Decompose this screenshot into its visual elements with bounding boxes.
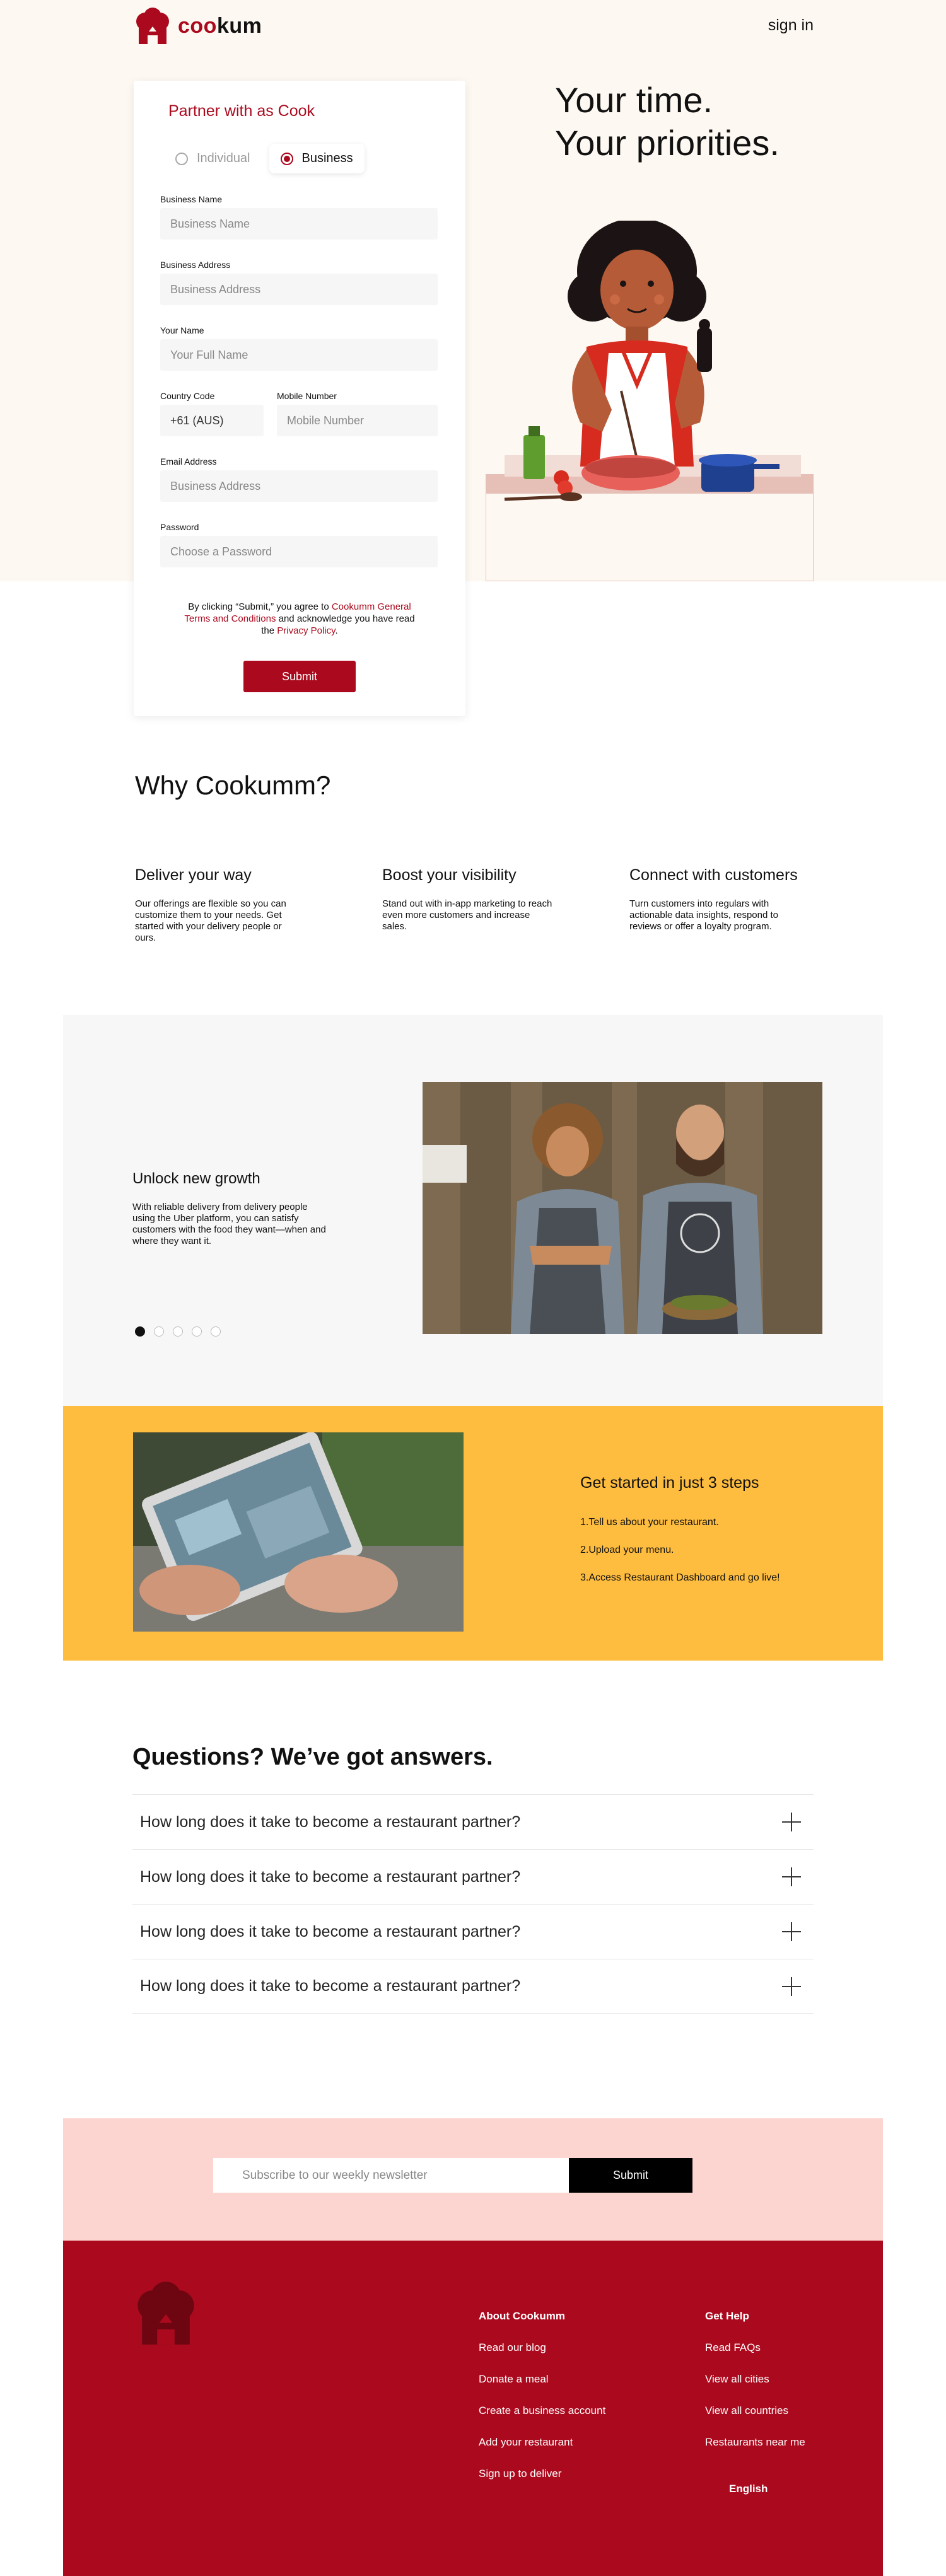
business-name-label: Business Name bbox=[160, 194, 223, 204]
newsletter-submit-button[interactable]: Submit bbox=[569, 2158, 692, 2193]
newsletter-email-input[interactable] bbox=[213, 2158, 570, 2193]
footer-link[interactable]: Donate a meal bbox=[479, 2373, 605, 2386]
password-input[interactable] bbox=[160, 536, 438, 567]
plus-icon[interactable] bbox=[782, 1976, 801, 1996]
terms-notice: By clicking “Submit,” you agree to Cooku… bbox=[184, 601, 415, 636]
brand-name: cookum bbox=[178, 13, 262, 38]
growth-title: Unlock new growth bbox=[132, 1170, 260, 1187]
plus-icon[interactable] bbox=[782, 1813, 801, 1831]
password-label: Password bbox=[160, 522, 199, 532]
footer-link[interactable]: View all countries bbox=[705, 2405, 805, 2417]
mobile-number-label: Mobile Number bbox=[277, 391, 337, 401]
footer-column-help: Get Help Read FAQs View all cities View … bbox=[705, 2310, 805, 2468]
chefs-photo bbox=[423, 1082, 822, 1334]
privacy-link[interactable]: Privacy Policy bbox=[277, 625, 335, 636]
radio-label: Business bbox=[301, 151, 353, 165]
footer-link[interactable]: Restaurants near me bbox=[705, 2436, 805, 2449]
country-code-select[interactable]: +61 (AUS) bbox=[160, 405, 264, 436]
growth-section: Unlock new growth With reliable delivery… bbox=[63, 1015, 883, 1406]
footer-column-title: About Cookumm bbox=[479, 2310, 565, 2322]
faq-item[interactable]: How long does it take to become a restau… bbox=[132, 1794, 814, 1849]
form-title: Partner with as Cook bbox=[168, 102, 315, 120]
step-item: 2.Upload your menu. bbox=[580, 1545, 674, 1555]
country-code-label: Country Code bbox=[160, 391, 215, 401]
faq-list: How long does it take to become a restau… bbox=[132, 1794, 814, 2014]
your-name-input[interactable] bbox=[160, 339, 438, 371]
step-item: 1.Tell us about your restaurant. bbox=[580, 1517, 719, 1528]
carousel-dot[interactable] bbox=[211, 1326, 221, 1337]
carousel-dot[interactable] bbox=[173, 1326, 183, 1337]
faq-question: How long does it take to become a restau… bbox=[140, 1867, 521, 1886]
your-name-label: Your Name bbox=[160, 325, 204, 335]
footer-column-title: Get Help bbox=[705, 2310, 749, 2322]
sign-in-link[interactable]: sign in bbox=[768, 16, 814, 35]
why-item-title: Connect with customers bbox=[629, 866, 798, 884]
brand-logo[interactable]: cookum bbox=[132, 8, 262, 44]
footer-column-about: About Cookumm Read our blog Donate a mea… bbox=[479, 2310, 605, 2499]
footer-link[interactable]: Read our blog bbox=[479, 2341, 605, 2354]
faq-question: How long does it take to become a restau… bbox=[140, 1813, 521, 1831]
hero-headline: Your time. Your priorities. bbox=[555, 79, 780, 165]
why-item: Connect with customers Turn customers in… bbox=[629, 866, 800, 932]
why-item: Boost your visibility Stand out with in-… bbox=[382, 866, 552, 932]
why-item-text: Our offerings are flexible so you can cu… bbox=[135, 898, 286, 943]
partner-type-selector: Individual Business bbox=[164, 144, 365, 173]
carousel-dot[interactable] bbox=[154, 1326, 164, 1337]
footer: About Cookumm Read our blog Donate a mea… bbox=[63, 2241, 883, 2576]
steps-section: Get started in just 3 steps 1.Tell us ab… bbox=[63, 1406, 883, 1661]
faq-question: How long does it take to become a restau… bbox=[140, 1977, 521, 1995]
carousel-dot[interactable] bbox=[192, 1326, 202, 1337]
radio-business[interactable]: Business bbox=[269, 144, 365, 173]
email-input[interactable] bbox=[160, 470, 438, 502]
carousel-dots bbox=[135, 1326, 221, 1337]
hero-line-2: Your priorities. bbox=[555, 123, 780, 163]
chef-hat-logo-icon[interactable] bbox=[131, 2282, 201, 2345]
chef-hat-logo-icon bbox=[136, 8, 169, 44]
faq-title: Questions? We’ve got answers. bbox=[132, 1744, 493, 1770]
faq-question: How long does it take to become a restau… bbox=[140, 1922, 521, 1941]
faq-item[interactable]: How long does it take to become a restau… bbox=[132, 1849, 814, 1904]
partner-form: Partner with as Cook Individual Business… bbox=[134, 81, 465, 716]
submit-button[interactable]: Submit bbox=[243, 661, 356, 692]
radio-circle-icon bbox=[175, 152, 188, 165]
chef-illustration bbox=[486, 221, 814, 581]
footer-link[interactable]: Add your restaurant bbox=[479, 2436, 605, 2449]
footer-link[interactable]: Sign up to deliver bbox=[479, 2468, 605, 2480]
faq-item[interactable]: How long does it take to become a restau… bbox=[132, 1904, 814, 1959]
footer-link[interactable]: Read FAQs bbox=[705, 2341, 805, 2354]
business-name-input[interactable] bbox=[160, 208, 438, 240]
why-item-text: Stand out with in-app marketing to reach… bbox=[382, 898, 552, 932]
why-item-text: Turn customers into regulars with action… bbox=[629, 898, 778, 932]
plus-icon[interactable] bbox=[782, 1867, 801, 1886]
footer-link[interactable]: Create a business account bbox=[479, 2405, 605, 2417]
radio-individual[interactable]: Individual bbox=[164, 144, 262, 173]
language-selector[interactable]: English bbox=[729, 2483, 768, 2495]
growth-text: With reliable delivery from delivery peo… bbox=[132, 1202, 326, 1246]
email-label: Email Address bbox=[160, 456, 217, 467]
why-item: Deliver your way Our offerings are flexi… bbox=[135, 866, 305, 944]
step-item: 3.Access Restaurant Dashboard and go liv… bbox=[580, 1572, 780, 1583]
newsletter-section: Submit bbox=[63, 2118, 883, 2241]
mobile-number-input[interactable] bbox=[277, 405, 438, 436]
hero-line-1: Your time. bbox=[555, 80, 713, 120]
business-address-label: Business Address bbox=[160, 260, 231, 270]
steps-title: Get started in just 3 steps bbox=[580, 1474, 759, 1492]
plus-icon[interactable] bbox=[782, 1922, 801, 1941]
why-item-title: Boost your visibility bbox=[382, 866, 517, 884]
why-item-title: Deliver your way bbox=[135, 866, 252, 884]
faq-item[interactable]: How long does it take to become a restau… bbox=[132, 1959, 814, 2014]
footer-link[interactable]: View all cities bbox=[705, 2373, 805, 2386]
carousel-dot[interactable] bbox=[135, 1326, 145, 1337]
radio-selected-icon bbox=[280, 152, 293, 165]
why-title: Why Cookumm? bbox=[135, 770, 331, 800]
tablet-photo bbox=[133, 1432, 464, 1632]
business-address-input[interactable] bbox=[160, 274, 438, 305]
radio-label: Individual bbox=[197, 151, 250, 165]
